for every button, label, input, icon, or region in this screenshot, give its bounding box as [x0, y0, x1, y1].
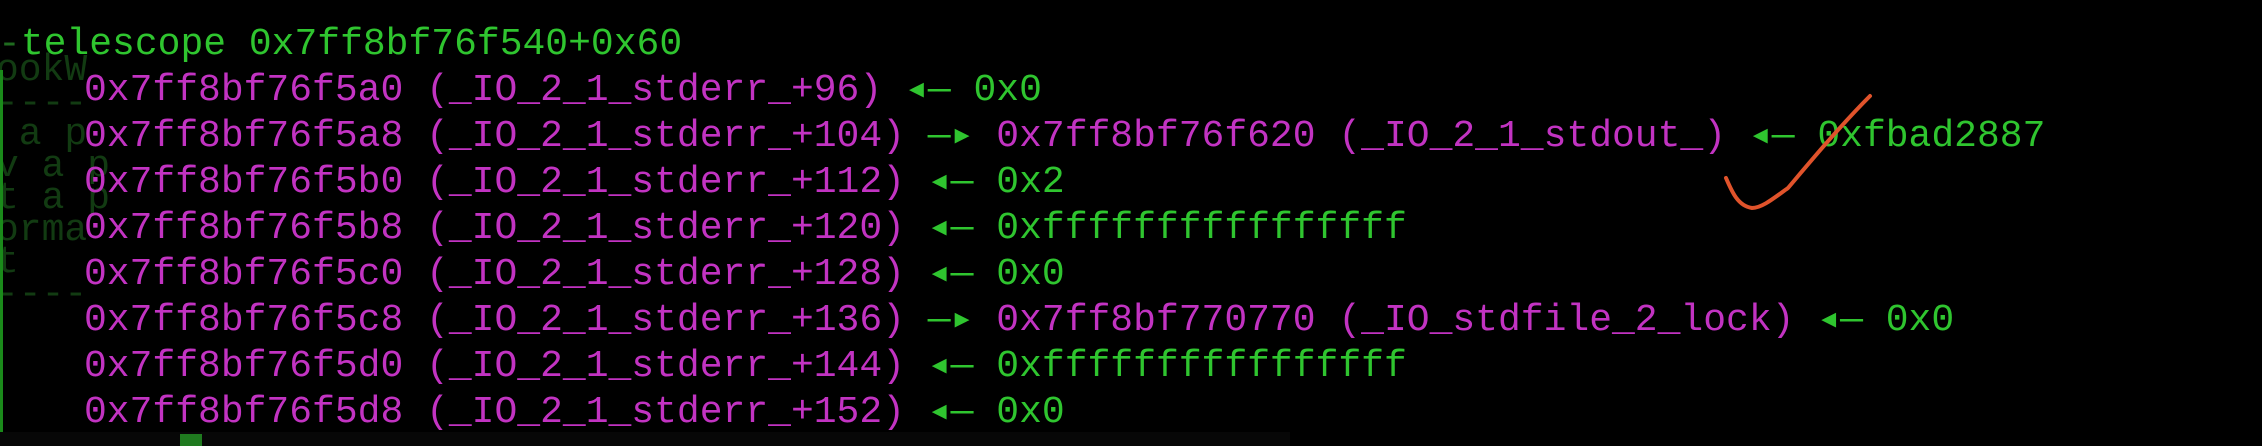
row-address: 0x7ff8bf76f5a8	[84, 115, 404, 158]
terminal-cursor	[180, 434, 202, 446]
telescope-row: 0x7ff8bf76f5b0 (_IO_2_1_stderr_+112) ◂— …	[84, 160, 1065, 206]
background-text: ----	[0, 273, 88, 316]
row-arrow: ◂—	[927, 253, 974, 296]
row-value: 0x0	[973, 69, 1042, 112]
row-symbol: (_IO_2_1_stderr_+144)	[426, 345, 905, 388]
command-line: -telescope 0x7ff8bf76f540+0x60	[0, 22, 682, 68]
telescope-row: 0x7ff8bf76f5c0 (_IO_2_1_stderr_+128) ◂— …	[84, 252, 1065, 298]
row-arrow: ◂—	[904, 69, 951, 112]
row-address: 0x7ff8bf76f5b8	[84, 207, 404, 250]
row-symbol: (_IO_2_1_stderr_+136)	[426, 299, 905, 342]
row-symbol: (_IO_2_1_stderr_+120)	[426, 207, 905, 250]
row-address: 0x7ff8bf76f5d8	[84, 391, 404, 434]
row-value: 0x0	[996, 253, 1065, 296]
row-target-symbol: (_IO_2_1_stdout_)	[1338, 115, 1727, 158]
row-arrow: —▸	[927, 115, 974, 158]
row-value: 0x0	[996, 391, 1065, 434]
row-arrow: ◂—	[927, 207, 974, 250]
row-address: 0x7ff8bf76f5c0	[84, 253, 404, 296]
terminal-window[interactable]: ookW ---- a p v a p t a p orma t ---- -t…	[0, 0, 2262, 446]
row-address: 0x7ff8bf76f5b0	[84, 161, 404, 204]
telescope-row: 0x7ff8bf76f5d0 (_IO_2_1_stderr_+144) ◂— …	[84, 344, 1407, 390]
row-target-symbol: (_IO_stdfile_2_lock)	[1338, 299, 1795, 342]
row-arrow: ◂—	[927, 345, 974, 388]
telescope-row: 0x7ff8bf76f5a0 (_IO_2_1_stderr_+96) ◂— 0…	[84, 68, 1042, 114]
row-target: 0x7ff8bf76f620	[996, 115, 1316, 158]
row-arrow: ◂—	[927, 391, 974, 434]
row-arrow-2: ◂—	[1817, 299, 1863, 342]
row-arrow: —▸	[927, 299, 974, 342]
row-symbol: (_IO_2_1_stderr_+104)	[426, 115, 905, 158]
row-value: 0x2	[996, 161, 1065, 204]
row-value: 0xffffffffffffffff	[996, 345, 1407, 388]
command-text: telescope 0x7ff8bf76f540+0x60	[20, 23, 683, 66]
row-address: 0x7ff8bf76f5c8	[84, 299, 404, 342]
row-symbol: (_IO_2_1_stderr_+112)	[426, 161, 905, 204]
row-value: 0xffffffffffffffff	[996, 207, 1407, 250]
row-symbol: (_IO_2_1_stderr_+96)	[426, 69, 883, 112]
row-address: 0x7ff8bf76f5d0	[84, 345, 404, 388]
row-symbol: (_IO_2_1_stderr_+152)	[426, 391, 905, 434]
row-symbol: (_IO_2_1_stderr_+128)	[426, 253, 905, 296]
row-target: 0x7ff8bf770770	[996, 299, 1316, 342]
telescope-row: 0x7ff8bf76f5d8 (_IO_2_1_stderr_+152) ◂— …	[84, 390, 1065, 436]
telescope-row: 0x7ff8bf76f5b8 (_IO_2_1_stderr_+120) ◂— …	[84, 206, 1407, 252]
telescope-row: 0x7ff8bf76f5c8 (_IO_2_1_stderr_+136) —▸ …	[84, 298, 1954, 344]
row-arrow: ◂—	[927, 161, 974, 204]
row-address: 0x7ff8bf76f5a0	[84, 69, 404, 112]
row-value: 0x0	[1885, 299, 1955, 342]
checkmark-annotation-icon	[1724, 94, 1872, 210]
command-prefix: -	[0, 23, 21, 66]
pane-border	[0, 70, 3, 446]
